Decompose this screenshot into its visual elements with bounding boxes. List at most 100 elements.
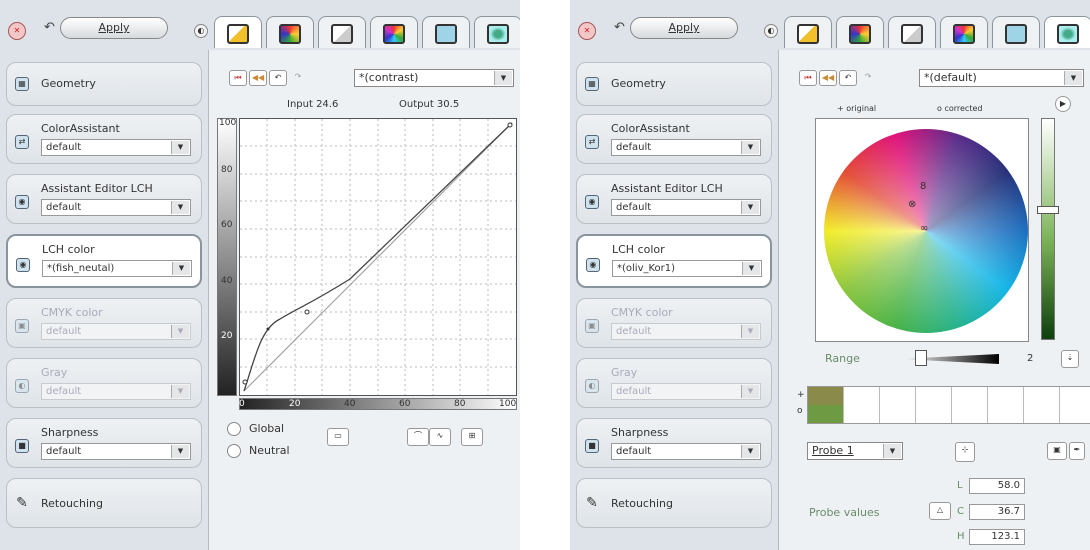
tab-selective-color[interactable] [370,16,418,48]
range-slider-handle[interactable] [915,350,927,366]
sharpness-select[interactable]: default ▼ [611,443,761,460]
sidebar-item-assistant-editor-lch[interactable]: ◉ Assistant Editor LCH default ▼ [6,174,202,224]
probe-swatch-empty[interactable] [1024,387,1060,423]
play-icon[interactable]: ▶ [1055,96,1071,112]
curve-mode-icon[interactable]: ⌒ [407,428,429,446]
assistant-editor-select[interactable]: default ▼ [611,199,761,216]
probe-swatches[interactable] [807,386,1090,424]
probe-warning-icon[interactable]: △ [929,502,951,520]
chevron-down-icon[interactable]: ▼ [171,141,189,154]
close-icon[interactable]: ✕ [578,22,596,40]
tab-curves[interactable] [214,16,262,48]
redo-icon[interactable]: ↷ [859,70,877,86]
sidebar-item-geometry[interactable]: ▦ Geometry [576,62,772,106]
sidebar-item-retouching[interactable]: ✎ Retouching [6,478,202,528]
tab-lch-wheel[interactable] [474,16,520,48]
probe-select[interactable]: Probe 1 ▼ [807,442,903,460]
undo-icon[interactable]: ↶ [269,70,287,86]
sidebar-item-cmyk-color[interactable]: ▣ CMYK color default ▼ [6,298,202,348]
curve-point[interactable] [304,309,310,315]
grid-icon[interactable]: ⊞ [461,428,483,446]
reset-all-icon[interactable]: ⏮ [799,70,817,86]
lightness-slider-handle[interactable] [1037,206,1059,214]
global-radio[interactable] [227,422,241,436]
chevron-down-icon[interactable]: ▼ [494,71,512,85]
eyedropper-icon[interactable]: ✒ [1069,442,1085,460]
probe-swatch-empty[interactable] [916,387,952,423]
sidebar-item-lch-color[interactable]: ◉ LCH color *(fish_neutal) ▼ [6,234,202,288]
sharpness-select[interactable]: default ▼ [41,443,191,460]
h-value-field[interactable]: 123.1 [969,529,1025,545]
freehand-mode-icon[interactable]: ∿ [429,428,451,446]
tab-global-color[interactable] [422,16,470,48]
tab-curves[interactable] [784,16,832,48]
probe-swatch-empty[interactable] [880,387,916,423]
neutral-radio[interactable] [227,444,241,458]
probe-swatch-empty[interactable] [1060,387,1090,423]
sidebar-item-sharpness[interactable]: ■ Sharpness default ▼ [576,418,772,468]
sidebar-item-colorassistant[interactable]: ⇄ ColorAssistant default ▼ [6,114,202,164]
chevron-down-icon[interactable]: ▼ [742,262,760,275]
histogram-icon[interactable]: ▭ [327,428,349,446]
curve-svg[interactable] [240,119,516,395]
lch-color-select[interactable]: *(oliv_Kor1) ▼ [612,260,762,277]
original-marker[interactable]: ⊗ [908,199,916,210]
apply-button[interactable]: Apply [60,17,168,39]
undo-icon[interactable]: ↶ [839,70,857,86]
chevron-down-icon[interactable]: ▼ [883,444,901,458]
undo-icon[interactable]: ↶ [44,20,55,35]
curve-graph[interactable] [239,118,517,396]
chevron-down-icon[interactable]: ▼ [171,445,189,458]
tab-color-balance[interactable] [836,16,884,48]
sidebar-item-assistant-editor-lch[interactable]: ◉ Assistant Editor LCH default ▼ [576,174,772,224]
sidebar-item-gray[interactable]: ◐ Gray default ▼ [576,358,772,408]
c-value-field[interactable]: 36.7 [969,504,1025,520]
tab-lch-wheel[interactable] [1044,16,1090,48]
range-slider[interactable] [899,354,999,364]
sidebar-item-lch-color[interactable]: ◉ LCH color *(oliv_Kor1) ▼ [576,234,772,288]
panel-toggle-icon[interactable]: ◐ [764,24,778,38]
probe-swatch-empty[interactable] [988,387,1024,423]
chevron-down-icon[interactable]: ▼ [171,201,189,214]
probe-crosshair-icon[interactable]: ⊹ [955,442,975,462]
tab-levels[interactable] [318,16,366,48]
sidebar-item-colorassistant[interactable]: ⇄ ColorAssistant default ▼ [576,114,772,164]
probe-display-icon[interactable]: ▣ [1047,442,1067,460]
colorassistant-select[interactable]: default ▼ [41,139,191,156]
reset-icon[interactable]: ◀◀ [819,70,837,86]
tab-color-balance[interactable] [266,16,314,48]
reset-icon[interactable]: ◀◀ [249,70,267,86]
probe-marker[interactable]: 8 [920,181,926,192]
chevron-down-icon[interactable]: ▼ [741,445,759,458]
corrected-marker[interactable]: ∞ [920,223,928,234]
probe-swatch-empty[interactable] [952,387,988,423]
probe-swatch-empty[interactable] [844,387,880,423]
close-icon[interactable]: ✕ [8,22,26,40]
chevron-down-icon[interactable]: ▼ [172,262,190,275]
tab-global-color[interactable] [992,16,1040,48]
reset-all-icon[interactable]: ⏮ [229,70,247,86]
chevron-down-icon[interactable]: ▼ [741,201,759,214]
tab-selective-color[interactable] [940,16,988,48]
sidebar-item-gray[interactable]: ◐ Gray default ▼ [6,358,202,408]
eyedropper-range-icon[interactable]: ⇣ [1061,350,1079,368]
apply-button[interactable]: Apply [630,17,738,39]
chevron-down-icon[interactable]: ▼ [741,141,759,154]
colorassistant-select[interactable]: default ▼ [611,139,761,156]
redo-icon[interactable]: ↷ [289,70,307,86]
chevron-down-icon[interactable]: ▼ [1064,71,1082,85]
sidebar-item-geometry[interactable]: ▦ Geometry [6,62,202,106]
assistant-editor-select[interactable]: default ▼ [41,199,191,216]
undo-icon[interactable]: ↶ [614,20,625,35]
l-value-field[interactable]: 58.0 [969,478,1025,494]
preset-select[interactable]: *(default) ▼ [919,69,1084,87]
panel-toggle-icon[interactable]: ◐ [194,24,208,38]
tab-levels[interactable] [888,16,936,48]
sidebar-item-retouching[interactable]: ✎ Retouching [576,478,772,528]
sidebar-item-cmyk-color[interactable]: ▣ CMYK color default ▼ [576,298,772,348]
sidebar-item-sharpness[interactable]: ■ Sharpness default ▼ [6,418,202,468]
lightness-slider[interactable] [1041,118,1055,340]
curve-point[interactable] [507,122,513,128]
curve-point[interactable] [242,379,248,385]
lch-color-select[interactable]: *(fish_neutal) ▼ [42,260,192,277]
